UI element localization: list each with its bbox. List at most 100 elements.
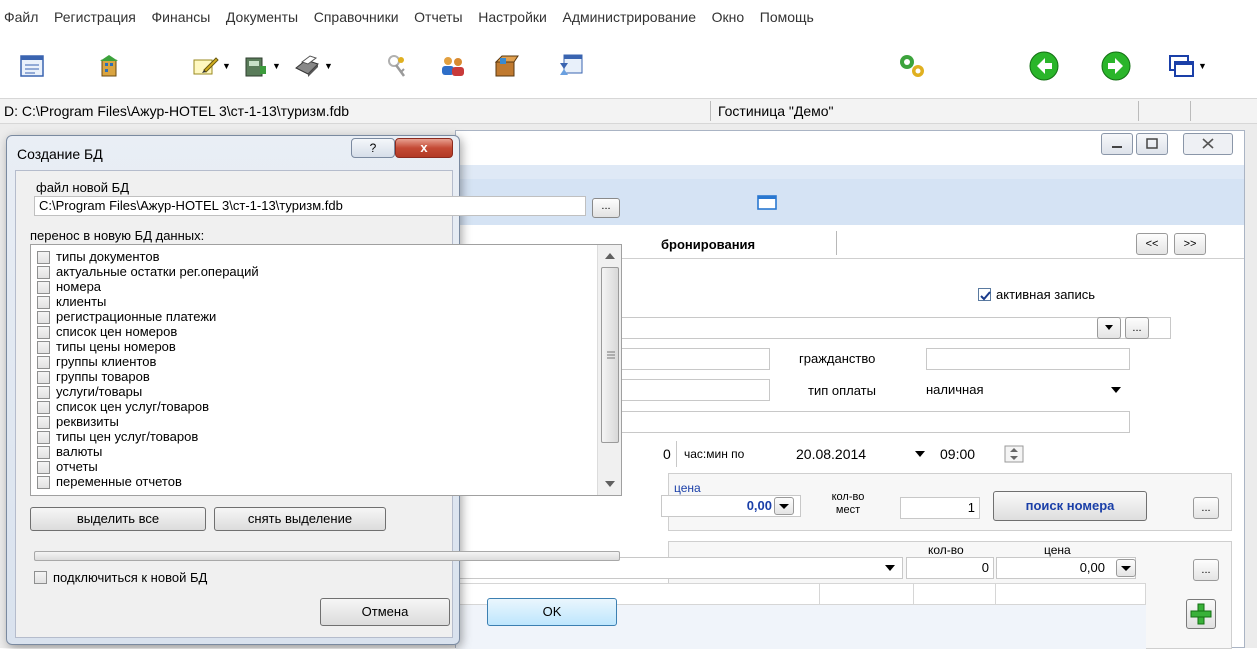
menu-references[interactable]: Справочники [308,0,405,34]
room-browse-button[interactable]: ... [1193,497,1219,519]
maximize-button[interactable] [1136,133,1168,155]
menu-finance[interactable]: Финансы [146,0,217,34]
tab-booking[interactable]: бронирования [661,237,755,252]
checkbox[interactable] [34,571,47,584]
list-item[interactable]: клиенты [37,294,106,310]
scroll-thumb[interactable] [601,267,619,443]
calendar-button[interactable] [556,48,586,84]
chevron-down-icon[interactable]: ▼ [324,61,333,71]
checkbox[interactable] [37,251,50,265]
checkbox[interactable] [37,416,50,430]
checkbox[interactable] [37,476,50,490]
list-item[interactable]: услуги/товары [37,384,142,400]
list-view-button[interactable] [18,48,46,84]
checkbox[interactable] [37,281,50,295]
list-item[interactable]: типы документов [37,249,160,265]
list-item[interactable]: отчеты [37,459,98,475]
list-item[interactable]: валюты [37,444,102,460]
checkbox[interactable] [37,446,50,460]
checkbox[interactable] [37,461,50,475]
close-window-button[interactable] [1183,133,1233,155]
chevron-down-icon[interactable] [884,563,896,573]
citizenship-input[interactable] [926,348,1130,370]
checkbox[interactable] [37,341,50,355]
checkbox[interactable] [37,401,50,415]
time-to-spinner[interactable]: 09:00 [940,443,1040,465]
checkbox[interactable] [978,288,991,301]
list-item[interactable]: реквизиты [37,414,119,430]
ok-button[interactable]: OK [487,598,617,626]
payment-type-select[interactable]: наличная [926,379,1130,401]
price2-dropdown-button[interactable] [1116,559,1136,577]
print-button[interactable]: ▼ [292,48,333,84]
list-item[interactable]: типы цены номеров [37,339,176,355]
edit-document-button[interactable]: ▼ [190,48,231,84]
active-record-checkbox[interactable]: активная запись [978,287,1095,302]
chevron-down-icon[interactable]: ▼ [222,61,231,71]
checkbox[interactable] [37,371,50,385]
scroll-up-icon[interactable] [604,251,616,261]
combo-dropdown-button[interactable] [1097,317,1121,339]
building-button[interactable] [96,48,124,84]
checkbox[interactable] [37,266,50,280]
minimize-button[interactable] [1101,133,1133,155]
cogs-button[interactable] [896,48,928,84]
new-db-file-input[interactable]: C:\Program Files\Ажур-HOTEL 3\ст-1-13\ту… [34,196,586,216]
windows-button[interactable]: ▼ [1166,48,1207,84]
chevron-down-icon[interactable]: ▼ [1198,61,1207,71]
price-dropdown-button[interactable] [774,497,794,515]
dialog-close-button[interactable]: x [395,138,453,158]
menu-help[interactable]: Помощь [754,0,820,34]
cancel-button[interactable]: Отмена [320,598,450,626]
combo-browse-button[interactable]: ... [1125,317,1149,339]
checkbox[interactable] [37,326,50,340]
menu-registration[interactable]: Регистрация [48,0,142,34]
transfer-list[interactable]: типы документов актуальные остатки рег.о… [30,244,622,496]
add-service-button[interactable] [1186,599,1216,629]
register-button[interactable]: ▼ [240,48,281,84]
list-item[interactable]: список цен услуг/товаров [37,399,209,415]
menu-documents[interactable]: Документы [220,0,304,34]
checkbox[interactable] [37,431,50,445]
list-item[interactable]: группы товаров [37,369,150,385]
browse-button[interactable]: ... [592,198,620,218]
nav-next-button[interactable]: >> [1174,233,1206,255]
qty-input[interactable]: 0 [906,557,994,579]
list-item[interactable]: список цен номеров [37,324,177,340]
connect-checkbox[interactable]: подключиться к новой БД [34,570,207,585]
deselect-all-button[interactable]: снять выделение [214,507,386,531]
list-item-label: типы документов [56,249,160,264]
goods-button[interactable] [490,48,520,84]
forward-button[interactable] [1100,48,1132,84]
spinner-icon[interactable] [1004,445,1024,463]
menu-reports[interactable]: Отчеты [408,0,468,34]
back-button[interactable] [1028,48,1060,84]
menu-window[interactable]: Окно [706,0,751,34]
chevron-down-icon[interactable]: ▼ [272,61,281,71]
places-input[interactable]: 1 [900,497,980,519]
keys-button[interactable] [384,48,412,84]
nav-prev-button[interactable]: << [1136,233,1168,255]
checkbox[interactable] [37,356,50,370]
select-all-button[interactable]: выделить все [30,507,206,531]
scrollbar[interactable] [597,245,621,495]
list-item[interactable]: регистрационные платежи [37,309,216,325]
menu-file[interactable]: Файл [0,0,44,34]
list-item[interactable]: актуальные остатки рег.операций [37,264,259,280]
search-room-button[interactable]: поиск номера [993,491,1147,521]
clients-button[interactable] [438,48,468,84]
checkbox[interactable] [37,311,50,325]
help-button[interactable]: ? [351,138,395,158]
list-item[interactable]: номера [37,279,101,295]
list-item[interactable]: группы клиентов [37,354,156,370]
list-item[interactable]: типы цен услуг/товаров [37,429,198,445]
menu-settings[interactable]: Настройки [472,0,553,34]
price2-input[interactable]: 0,00 [996,557,1136,579]
menu-administration[interactable]: Администрирование [556,0,702,34]
service-browse-button[interactable]: ... [1193,559,1219,581]
scroll-down-icon[interactable] [604,479,616,489]
checkbox[interactable] [37,296,50,310]
checkbox[interactable] [37,386,50,400]
date-to-picker[interactable]: 20.08.2014 [796,443,936,465]
list-item[interactable]: переменные отчетов [37,474,182,490]
